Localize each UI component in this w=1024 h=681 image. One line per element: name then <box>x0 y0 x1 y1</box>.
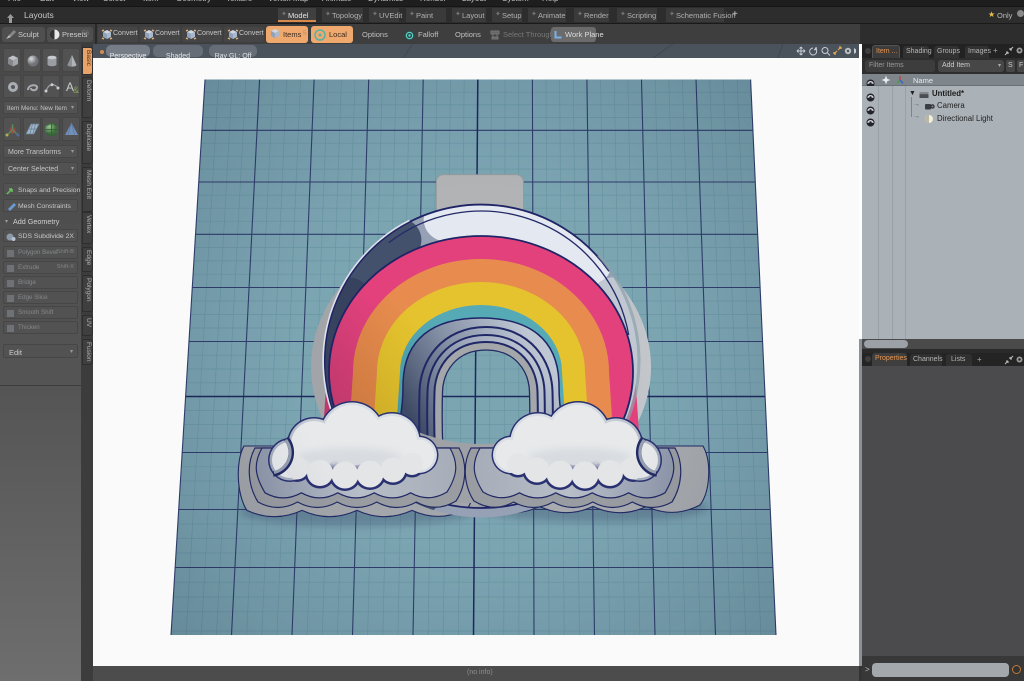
svg-text:&: & <box>73 85 79 95</box>
